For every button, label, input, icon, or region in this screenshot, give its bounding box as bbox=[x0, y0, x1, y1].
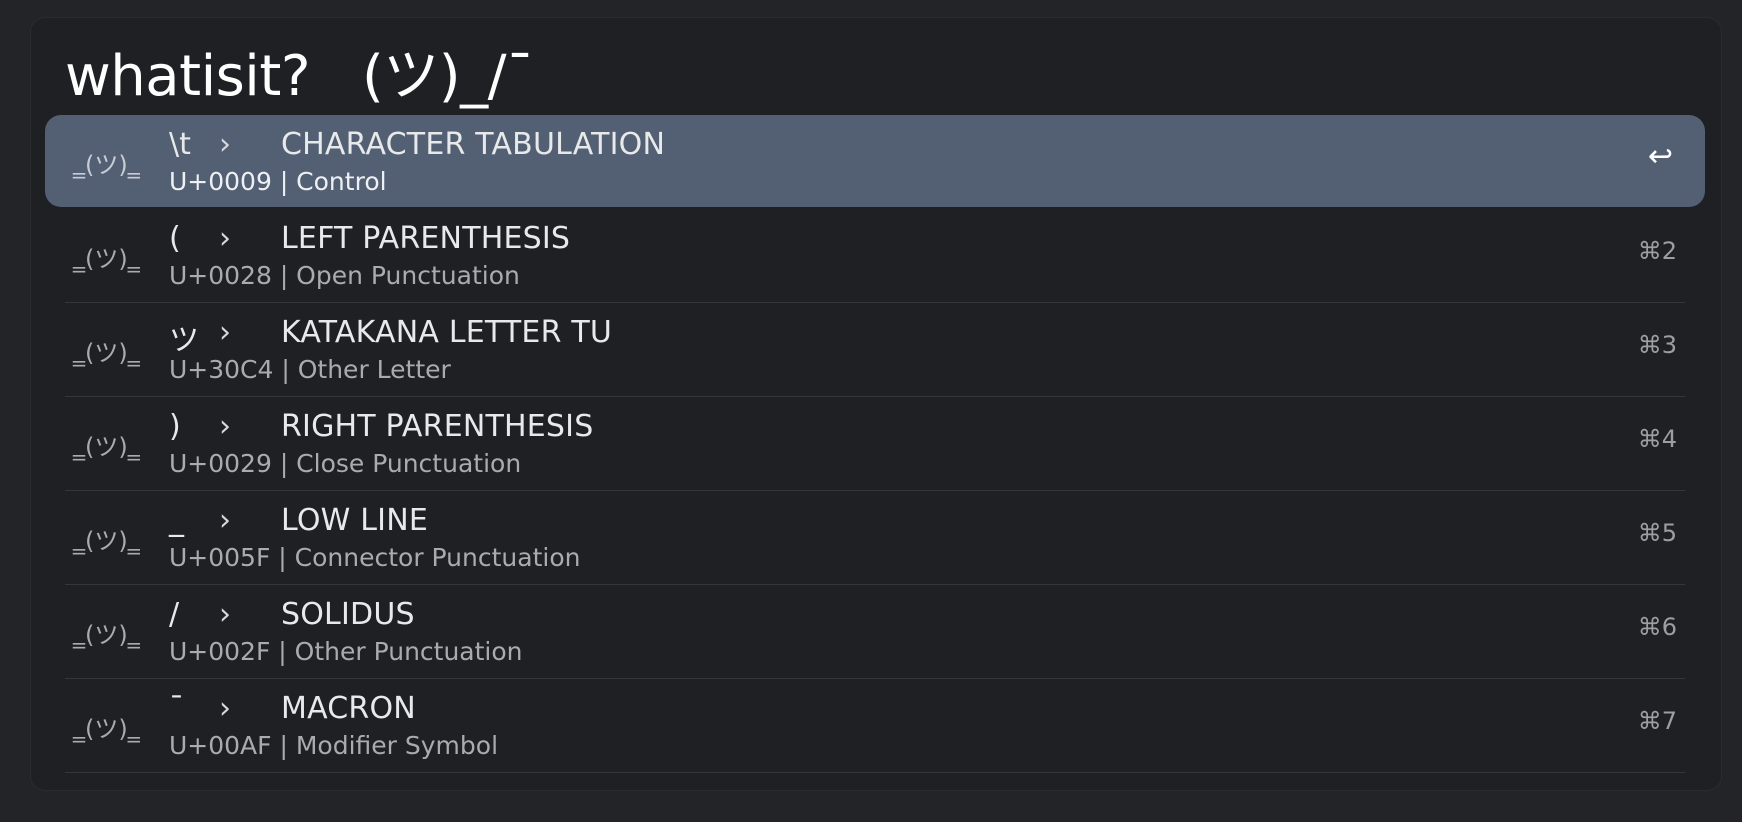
result-character: \t bbox=[169, 127, 191, 162]
launcher-window: ‗(ツ)‗ \t › CHARACTER TABULATION U+0009 |… bbox=[31, 18, 1721, 790]
result-row[interactable]: ‗(ツ)‗ \t › CHARACTER TABULATION U+0009 |… bbox=[45, 115, 1705, 207]
shrug-icon: ‗(ツ)‗ bbox=[73, 621, 140, 649]
result-name: KATAKANA LETTER TU bbox=[281, 315, 613, 350]
chevron-right-icon: › bbox=[219, 127, 231, 162]
keyboard-shortcut: ⌘7 bbox=[1637, 707, 1677, 735]
result-character: _ bbox=[169, 503, 184, 538]
shrug-icon: ‗(ツ)‗ bbox=[73, 339, 140, 367]
chevron-right-icon: › bbox=[219, 221, 231, 256]
result-row[interactable]: ‗(ツ)‗ ) › RIGHT PARENTHESIS U+0029 | Clo… bbox=[45, 397, 1705, 491]
keyboard-shortcut: ⌘6 bbox=[1637, 613, 1677, 641]
result-row[interactable]: ‗(ツ)‗ _ › LOW LINE U+005F | Connector Pu… bbox=[45, 491, 1705, 585]
keyboard-shortcut: ⌘5 bbox=[1637, 519, 1677, 547]
chevron-right-icon: › bbox=[219, 597, 231, 632]
shrug-icon: ‗(ツ)‗ bbox=[73, 245, 140, 273]
chevron-right-icon: › bbox=[219, 691, 231, 726]
result-character: ツ bbox=[169, 323, 199, 358]
results-list: ‗(ツ)‗ \t › CHARACTER TABULATION U+0009 |… bbox=[45, 115, 1705, 773]
keyboard-shortcut: ⌘4 bbox=[1637, 425, 1677, 453]
result-row[interactable]: ‗(ツ)‗ ¯ › MACRON U+00AF | Modifier Symbo… bbox=[45, 679, 1705, 773]
result-character: ( bbox=[169, 221, 181, 256]
result-subtitle: U+00AF | Modifier Symbol bbox=[169, 731, 499, 760]
result-subtitle: U+0009 | Control bbox=[169, 167, 387, 196]
shrug-icon: ‗(ツ)‗ bbox=[73, 715, 140, 743]
shrug-icon: ‗(ツ)‗ bbox=[73, 527, 140, 555]
chevron-right-icon: › bbox=[219, 503, 231, 538]
result-character: / bbox=[169, 597, 180, 632]
result-character: ) bbox=[169, 409, 181, 444]
result-subtitle: U+0028 | Open Punctuation bbox=[169, 261, 520, 290]
result-name: LOW LINE bbox=[281, 503, 429, 538]
row-divider bbox=[65, 772, 1685, 773]
result-row[interactable]: ‗(ツ)‗ ( › LEFT PARENTHESIS U+0028 | Open… bbox=[45, 209, 1705, 303]
shrug-icon: ‗(ツ)‗ bbox=[73, 433, 140, 461]
keyboard-shortcut: ⌘3 bbox=[1637, 331, 1677, 359]
result-name: SOLIDUS bbox=[281, 597, 415, 632]
result-name: RIGHT PARENTHESIS bbox=[281, 409, 594, 444]
keyboard-shortcut: ⌘2 bbox=[1637, 237, 1677, 265]
result-subtitle: U+0029 | Close Punctuation bbox=[169, 449, 522, 478]
result-name: MACRON bbox=[281, 691, 416, 726]
search-input[interactable] bbox=[65, 36, 1681, 118]
shrug-icon: ‗(ツ)‗ bbox=[73, 151, 140, 179]
result-subtitle: U+005F | Connector Punctuation bbox=[169, 543, 581, 572]
result-row[interactable]: ‗(ツ)‗ / › SOLIDUS U+002F | Other Punctua… bbox=[45, 585, 1705, 679]
return-key-icon: ↩ bbox=[1647, 139, 1673, 174]
chevron-right-icon: › bbox=[219, 315, 231, 350]
result-name: LEFT PARENTHESIS bbox=[281, 221, 571, 256]
result-character: ¯ bbox=[169, 691, 184, 726]
result-subtitle: U+30C4 | Other Letter bbox=[169, 355, 451, 384]
result-name: CHARACTER TABULATION bbox=[281, 127, 666, 162]
result-row[interactable]: ‗(ツ)‗ ツ › KATAKANA LETTER TU U+30C4 | Ot… bbox=[45, 303, 1705, 397]
chevron-right-icon: › bbox=[219, 409, 231, 444]
result-subtitle: U+002F | Other Punctuation bbox=[169, 637, 523, 666]
